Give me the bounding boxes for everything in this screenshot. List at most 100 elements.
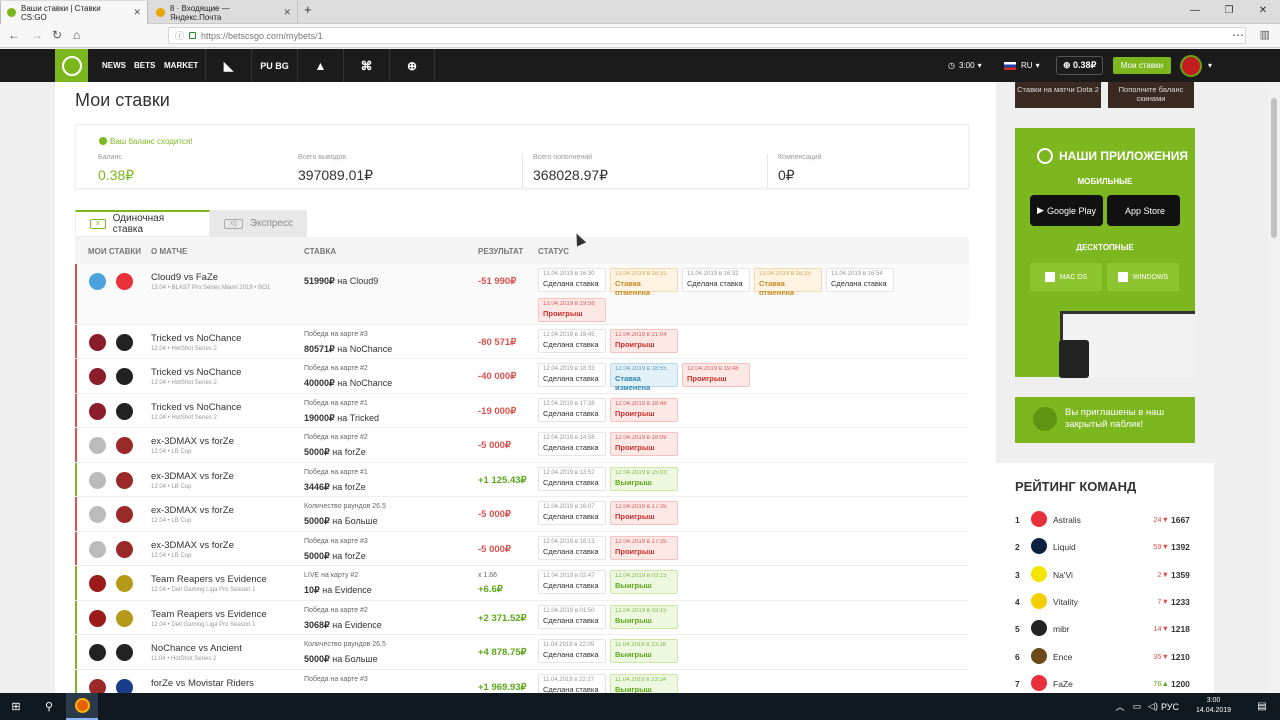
scrollbar-thumb[interactable] [1271, 98, 1277, 238]
time-selector[interactable]: ◷ 3:00 ▾ [948, 49, 982, 82]
table-row[interactable]: ex-3DMAX vs forZe 12.04 • LB Cup Победа на… [75, 463, 969, 497]
table-row[interactable]: ex-3DMAX vs forZe 12.04 • LB Cup Победа на… [75, 532, 969, 566]
windows-button[interactable]: WINDOWS [1107, 263, 1179, 291]
tab-express-bet[interactable]: x|| Экспресс [210, 210, 307, 237]
table-row[interactable]: Cloud9 vs FaZe 13.04 • BLAST Pro Series M… [75, 264, 969, 325]
match-name[interactable]: Tricked vs NoChance [151, 402, 241, 413]
match-name[interactable]: ex-3DMAX vs forZe [151, 540, 234, 551]
match-name[interactable]: Tricked vs NoChance [151, 333, 241, 344]
table-row[interactable]: NoChance vs Ancient 11.04 • HotShot Serie… [75, 635, 969, 670]
lock-icon [189, 32, 197, 39]
search-icon[interactable]: ⚲ [36, 693, 62, 720]
lang-value: RU [1021, 61, 1033, 70]
back-icon[interactable]: ← [8, 28, 20, 42]
bet-result: -80 571₽ [478, 337, 517, 348]
rating-row[interactable]: 2 Liquid 59▼ 1392 [1015, 537, 1195, 557]
table-row[interactable]: ex-3DMAX vs forZe 12.04 • LB Cup Количеств… [75, 497, 969, 532]
match-name[interactable]: ex-3DMAX vs forZe [151, 436, 234, 447]
browser-tab-mail[interactable]: 8 · Входящие — Яндекс.Почта ✕ [150, 1, 298, 24]
close-window-icon[interactable]: ✕ [1246, 0, 1280, 24]
logo-ball-icon [1037, 148, 1053, 164]
main-content: Мои ставки Ваш баланс сходится! Баланс 0.… [55, 82, 996, 693]
rating-row[interactable]: 7 FaZe 76▲ 1200 [1015, 674, 1195, 694]
nav-market[interactable]: MARKET [164, 61, 198, 70]
tray-chevron-icon[interactable]: ︿ [1112, 693, 1128, 720]
rating-rank: 1 [1015, 515, 1020, 525]
macos-button[interactable]: MAC OS [1030, 263, 1102, 291]
ticket-icon: x|| [224, 218, 243, 229]
maximize-icon[interactable]: ❐ [1212, 0, 1246, 24]
match-name[interactable]: Cloud9 vs FaZe [151, 272, 218, 283]
balance-card: Ваш баланс сходится! Баланс 0.38₽ Всего в… [75, 124, 969, 189]
match-name[interactable]: Team Reapers vs Evidence [151, 574, 267, 585]
invite-banner[interactable]: Вы приглашены в наш закрытый паблик! [1015, 397, 1195, 443]
sidebar-toggle-icon[interactable]: ▥ [1260, 28, 1270, 41]
forward-icon[interactable]: → [31, 28, 43, 42]
promo-dota2[interactable]: Ставки на матчи Dota 2 [1015, 82, 1101, 108]
match-name[interactable]: forZe vs Movistar Riders [151, 678, 254, 689]
match-name[interactable]: ex-3DMAX vs forZe [151, 471, 234, 482]
chevron-down-icon[interactable]: ▾ [1208, 49, 1212, 82]
table-row[interactable]: Team Reapers vs Evidence 12.04 • Dell Gam… [75, 566, 969, 601]
nav-bets[interactable]: BETS [134, 61, 155, 70]
app-store-button[interactable]: App Store [1107, 195, 1180, 226]
table-row[interactable]: Tricked vs NoChance 12.04 • HotShot Serie… [75, 325, 969, 359]
browser-tab-active[interactable]: Ваши ставки | Ставки CS:GO ✕ [0, 1, 148, 24]
table-row[interactable]: Tricked vs NoChance 12.04 • HotShot Serie… [75, 359, 969, 394]
avatar[interactable] [1180, 55, 1202, 77]
notifications-icon[interactable]: ▤ [1252, 693, 1272, 720]
artifact-icon[interactable]: ▲ [297, 49, 343, 82]
table-row[interactable]: ex-3DMAX vs forZe 12.04 • LB Cup Победа на… [75, 428, 969, 463]
language-selector[interactable]: RU ▾ [1004, 49, 1040, 82]
taskbar-clock[interactable]: 3:00 14.04.2019 [1196, 696, 1231, 716]
tab-single-bet[interactable]: x Одиночная ставка [75, 210, 210, 237]
new-tab-icon[interactable]: + [304, 2, 312, 17]
match-name[interactable]: Team Reapers vs Evidence [151, 609, 267, 620]
windows-start-icon[interactable]: ⊞ [0, 693, 32, 720]
bet-amount: 5000₽ на Больше [304, 516, 378, 526]
dota2-icon[interactable]: ◣ [205, 49, 251, 82]
match-name[interactable]: Tricked vs NoChance [151, 367, 241, 378]
site-logo[interactable] [55, 49, 88, 82]
gamepad-icon[interactable]: ⌘ [343, 49, 389, 82]
mybets-button[interactable]: Мои ставки [1113, 57, 1171, 74]
close-tab-icon[interactable]: ✕ [133, 7, 141, 18]
rating-row[interactable]: 6 Ence 35▼ 1210 [1015, 647, 1195, 667]
reload-icon[interactable]: ↻ [52, 28, 62, 42]
close-tab-icon[interactable]: ✕ [283, 7, 291, 18]
home-icon[interactable]: ⌂ [73, 28, 80, 42]
match-name[interactable]: ex-3DMAX vs forZe [151, 505, 234, 516]
url-bar[interactable]: ⓘ https://betscsgo.com/mybets/1 [168, 27, 1246, 44]
table-row[interactable]: Team Reapers vs Evidence 12.04 • Dell Gam… [75, 601, 969, 635]
rating-row[interactable]: 5 mibr 14▼ 1218 [1015, 619, 1195, 639]
overwatch-icon[interactable]: ⊕ [389, 49, 435, 82]
balance-box[interactable]: ⊕ 0.38₽ [1056, 49, 1104, 82]
table-row[interactable]: Tricked vs NoChance 12.04 • HotShot Serie… [75, 394, 969, 428]
team2-logo-icon [116, 368, 133, 385]
volume-icon[interactable]: ◁) [1146, 693, 1160, 720]
team2-logo-icon [116, 644, 133, 661]
match-name[interactable]: NoChance vs Ancient [151, 643, 242, 654]
rating-row[interactable]: 1 Astralis 24▼ 1667 [1015, 510, 1195, 530]
firefox-taskbar-icon[interactable] [66, 693, 98, 720]
status-badge: 13.04.2019 в 16:33 Ставка отменена [754, 268, 822, 297]
rating-row[interactable]: 4 Vitality 7▼ 1233 [1015, 592, 1195, 612]
input-lang[interactable]: РУС [1161, 693, 1179, 720]
team-name: Vitality [1053, 596, 1078, 607]
team2-logo-icon [116, 334, 133, 351]
promo-skins[interactable]: Пополните баланс скинами [1108, 82, 1194, 108]
info-icon[interactable]: ⓘ [175, 29, 184, 42]
page-scrollbar[interactable] [1268, 82, 1280, 693]
browser-menu-icon[interactable]: ⋯ [1232, 28, 1244, 42]
match-tournament: 12.04 • LB Cup [151, 449, 192, 455]
match-tournament: 12.04 • LB Cup [151, 484, 192, 490]
google-play-button[interactable]: ▶ Google Play [1030, 195, 1103, 226]
pubg-icon[interactable]: PU BG [251, 49, 297, 82]
nav-news[interactable]: NEWS [102, 61, 126, 70]
table-row[interactable]: forZe vs Movistar Riders Победа на карте … [75, 670, 969, 693]
status-badge: 13.04.2019 в 19:58 Проигрыш [538, 298, 606, 322]
rating-row[interactable]: 3 Na'Vi 2▼ 1359 [1015, 565, 1195, 585]
minimize-icon[interactable]: — [1178, 0, 1212, 24]
clock-icon: ◷ [948, 61, 955, 70]
network-icon[interactable]: ▭ [1130, 693, 1144, 720]
